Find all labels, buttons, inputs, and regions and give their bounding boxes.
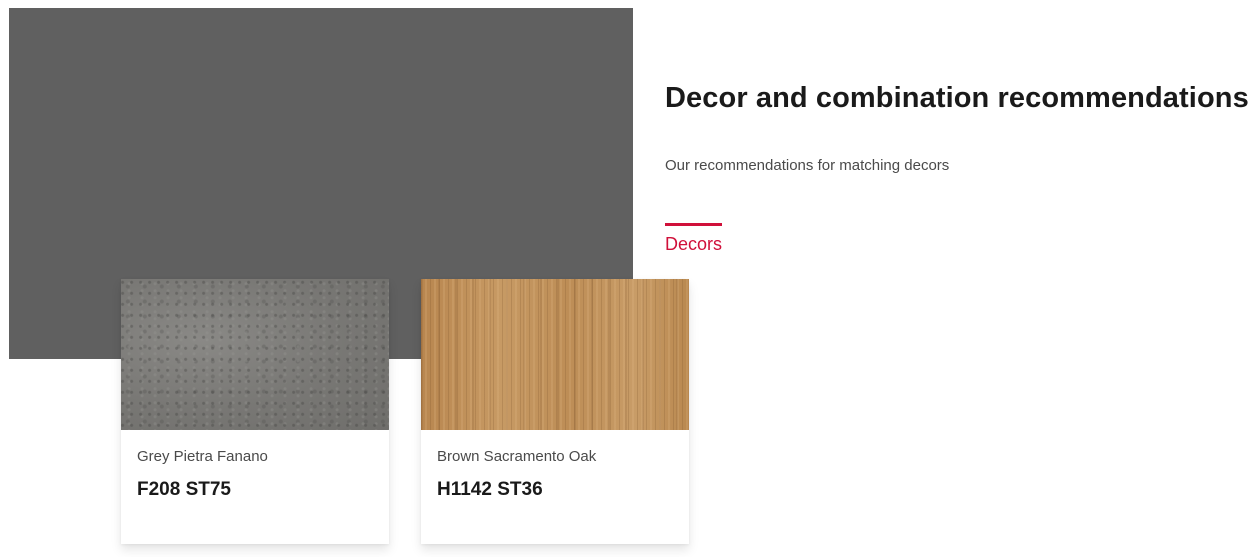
decor-card-grey-pietra-fanano[interactable]: Grey Pietra Fanano F208 ST75 — [121, 279, 389, 544]
section-title: Decor and combination recommendations — [665, 82, 1249, 114]
section-subtitle: Our recommendations for matching decors — [665, 157, 950, 174]
tab-decors[interactable]: Decors — [665, 223, 723, 255]
decor-recommendations-section: Decor and combination recommendations Ou… — [0, 0, 1250, 557]
decor-swatch-image — [421, 279, 689, 430]
decor-swatch-image — [121, 279, 389, 430]
decor-name: Brown Sacramento Oak — [437, 448, 597, 465]
decor-name: Grey Pietra Fanano — [137, 448, 268, 465]
decor-card-brown-sacramento-oak[interactable]: Brown Sacramento Oak H1142 ST36 — [421, 279, 689, 544]
decor-code: H1142 ST36 — [437, 479, 543, 500]
decor-code: F208 ST75 — [137, 479, 231, 500]
